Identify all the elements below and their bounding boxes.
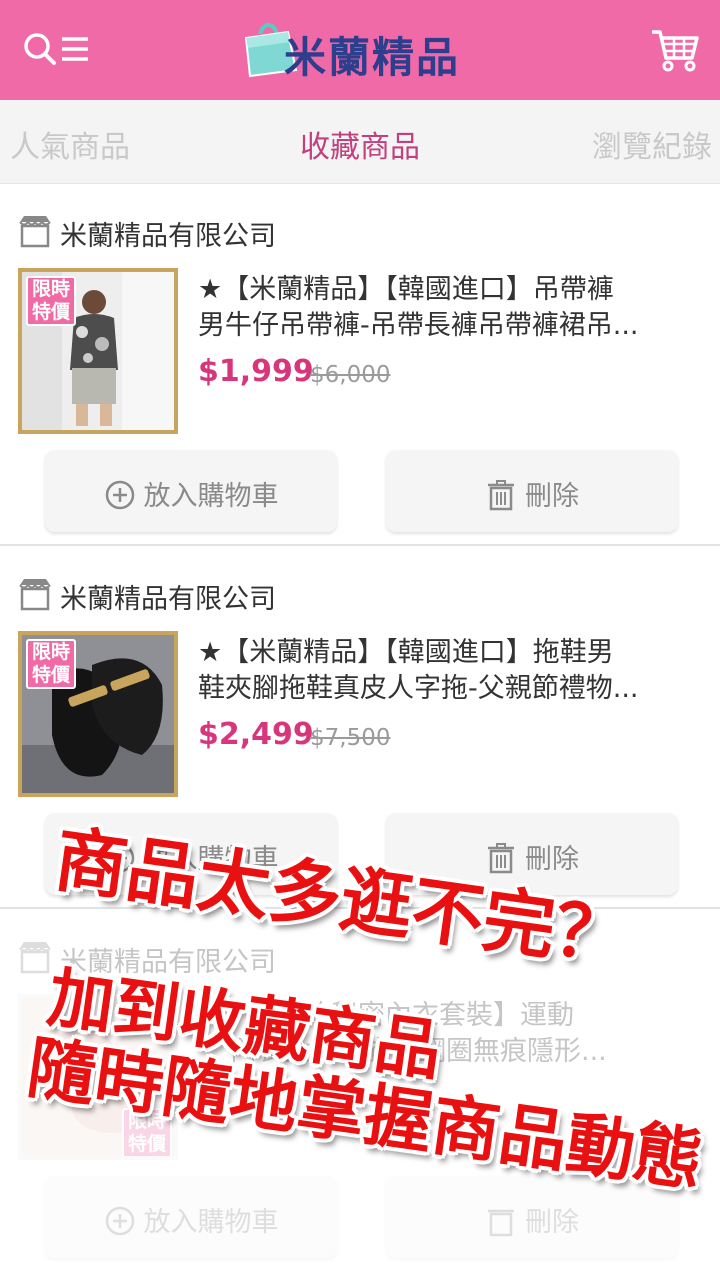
product-title-line1: ★【米蘭精品】【韓國進口】拖鞋男 <box>198 637 614 668</box>
app-header: 米蘭精品 <box>0 0 720 100</box>
plus-circle-icon <box>105 480 134 510</box>
add-to-cart-button[interactable]: 放入購物車 <box>45 1176 337 1258</box>
tab-history[interactable]: 瀏覽紀錄 <box>592 122 712 166</box>
delete-button[interactable]: 刪除 <box>386 1176 678 1258</box>
product-price: $2,499 <box>198 717 314 752</box>
add-to-cart-button[interactable]: 放入購物車 <box>45 813 337 895</box>
original-price: $6,000 <box>310 362 391 388</box>
tab-bar: 人氣商品 收藏商品 瀏覽紀錄 <box>0 100 720 184</box>
plus-circle-icon <box>105 843 134 873</box>
product-title-line2: 內衣女裝內衣無鋼圈無痕隱形... <box>230 1036 607 1067</box>
product-title-line2: 鞋夾腳拖鞋真皮人字拖-父親節禮物... <box>198 673 639 704</box>
store-name: 米蘭精品有限公司 <box>60 947 276 978</box>
sale-badge: 限時特價 <box>122 1108 172 1156</box>
store-icon <box>19 579 51 611</box>
sale-badge: 限時特價 <box>26 639 76 689</box>
product-price: $1,999 <box>198 354 314 389</box>
favorite-item: 米蘭精品有限公司 限時特價 ★【米蘭精品】【韓國進口】吊帶褲 男牛仔吊帶褲-吊帶… <box>0 184 720 546</box>
store-icon <box>19 216 51 248</box>
delete-button[interactable]: 刪除 <box>386 813 678 895</box>
app-logo[interactable]: 米蘭精品 <box>240 14 480 86</box>
original-price: $7,500 <box>310 725 391 751</box>
trash-icon <box>488 1209 514 1237</box>
divider <box>0 907 720 909</box>
cart-icon[interactable] <box>650 28 700 74</box>
store-icon <box>19 942 51 974</box>
add-to-cart-label: 放入購物車 <box>143 844 279 875</box>
product-title-line2: 男牛仔吊帶褲-吊帶長褲吊帶褲裙吊... <box>198 310 639 341</box>
delete-label: 刪除 <box>525 1207 579 1238</box>
product-title[interactable]: ★【米蘭精品】【韓國進口】拖鞋男 鞋夾腳拖鞋真皮人字拖-父親節禮物... <box>198 635 688 707</box>
delete-button[interactable]: 刪除 <box>386 450 678 532</box>
product-image[interactable]: 限時特價 <box>18 268 178 434</box>
logo-text: 米蘭精品 <box>284 33 461 82</box>
product-image[interactable]: 限時特價 <box>18 631 178 797</box>
delete-label: 刪除 <box>525 844 579 875</box>
favorite-item: 米蘭精品有限公司 限時特價 ★【米蘭精品】【韓國進口】拖鞋男 鞋夾腳拖鞋真皮人字… <box>0 547 720 909</box>
plus-circle-icon <box>105 1206 134 1236</box>
tab-favorites[interactable]: 收藏商品 <box>300 122 420 166</box>
store-name: 米蘭精品有限公司 <box>60 584 276 615</box>
product-title-line1: ★【米蘭精品】【韓國進口】吊帶褲 <box>198 274 614 305</box>
favorite-item: 米蘭精品有限公司 限時特價 甜美的秘密內衣套裝】運動 內衣女裝內衣無鋼圈無痕隱形… <box>0 910 720 1272</box>
search-menu-icon[interactable] <box>22 30 94 70</box>
sale-badge: 限時特價 <box>26 276 76 326</box>
delete-label: 刪除 <box>525 481 579 512</box>
product-title-line1: 甜美的秘密內衣套裝】運動 <box>250 1000 574 1031</box>
add-to-cart-label: 放入購物車 <box>143 1207 279 1238</box>
store-name: 米蘭精品有限公司 <box>60 221 276 252</box>
product-image[interactable]: 限時特價 <box>18 994 178 1160</box>
tab-popular[interactable]: 人氣商品 <box>10 122 130 166</box>
trash-icon <box>488 843 514 874</box>
add-to-cart-button[interactable]: 放入購物車 <box>45 450 337 532</box>
product-title[interactable]: 甜美的秘密內衣套裝】運動 內衣女裝內衣無鋼圈無痕隱形... <box>230 998 720 1070</box>
add-to-cart-label: 放入購物車 <box>143 481 279 512</box>
product-title[interactable]: ★【米蘭精品】【韓國進口】吊帶褲 男牛仔吊帶褲-吊帶長褲吊帶褲裙吊... <box>198 272 688 344</box>
trash-icon <box>488 480 514 511</box>
divider <box>0 544 720 546</box>
